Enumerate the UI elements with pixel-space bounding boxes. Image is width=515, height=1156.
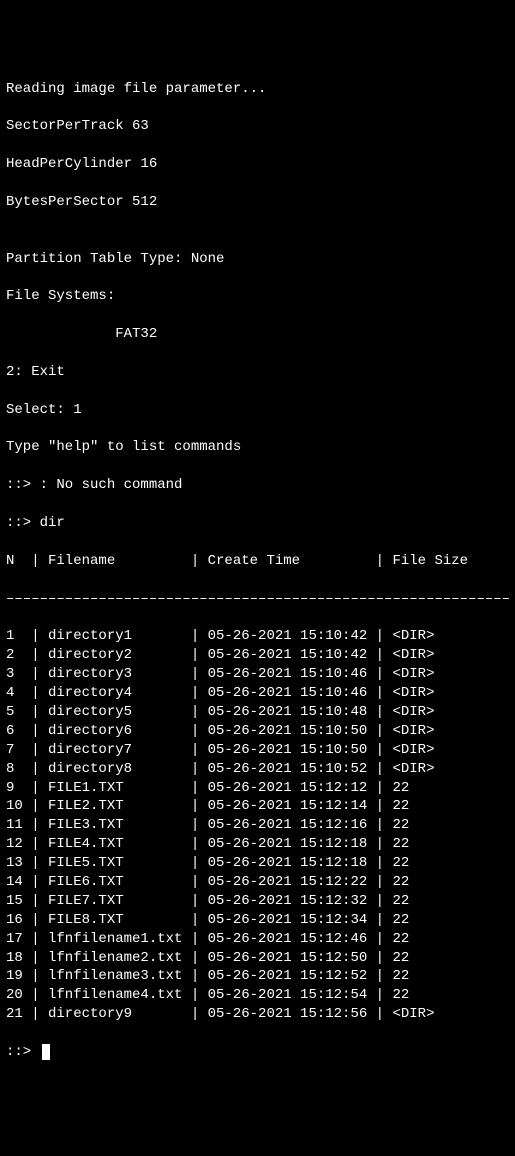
- table-row: 18 | lfnfilename2.txt | 05-26-2021 15:12…: [6, 949, 509, 968]
- table-row: 10 | FILE2.TXT | 05-26-2021 15:12:14 | 2…: [6, 797, 509, 816]
- prompt-text: ::>: [6, 1043, 40, 1062]
- prompt-line[interactable]: ::>: [6, 1043, 509, 1062]
- table-row: 4 | directory4 | 05-26-2021 15:10:46 | <…: [6, 684, 509, 703]
- table-row: 15 | FILE7.TXT | 05-26-2021 15:12:32 | 2…: [6, 892, 509, 911]
- table-rows: 1 | directory1 | 05-26-2021 15:10:42 | <…: [6, 627, 509, 1024]
- fs-label-line: File Systems:: [6, 287, 509, 306]
- reading-line: Reading image file parameter...: [6, 80, 509, 99]
- exit-line: 2: Exit: [6, 363, 509, 382]
- dir-command-line: ::> dir: [6, 514, 509, 533]
- table-row: 12 | FILE4.TXT | 05-26-2021 15:12:18 | 2…: [6, 835, 509, 854]
- select-line: Select: 1: [6, 401, 509, 420]
- table-header: N | Filename | Create Time | File Size: [6, 552, 509, 571]
- table-row: 6 | directory6 | 05-26-2021 15:10:50 | <…: [6, 722, 509, 741]
- table-row: 13 | FILE5.TXT | 05-26-2021 15:12:18 | 2…: [6, 854, 509, 873]
- bytes-line: BytesPerSector 512: [6, 193, 509, 212]
- help-line: Type "help" to list commands: [6, 438, 509, 457]
- table-row: 11 | FILE3.TXT | 05-26-2021 15:12:16 | 2…: [6, 816, 509, 835]
- table-row: 5 | directory5 | 05-26-2021 15:10:48 | <…: [6, 703, 509, 722]
- table-row: 9 | FILE1.TXT | 05-26-2021 15:12:12 | 22: [6, 779, 509, 798]
- table-row: 1 | directory1 | 05-26-2021 15:10:42 | <…: [6, 627, 509, 646]
- head-line: HeadPerCylinder 16: [6, 155, 509, 174]
- table-separator: ––––––––––––––––––––––––––––––––––––––––…: [6, 590, 509, 609]
- table-row: 21 | directory9 | 05-26-2021 15:12:56 | …: [6, 1005, 509, 1024]
- cursor-icon: [42, 1044, 50, 1060]
- table-row: 16 | FILE8.TXT | 05-26-2021 15:12:34 | 2…: [6, 911, 509, 930]
- table-row: 14 | FILE6.TXT | 05-26-2021 15:12:22 | 2…: [6, 873, 509, 892]
- table-row: 2 | directory2 | 05-26-2021 15:10:42 | <…: [6, 646, 509, 665]
- table-row: 20 | lfnfilename4.txt | 05-26-2021 15:12…: [6, 986, 509, 1005]
- table-row: 3 | directory3 | 05-26-2021 15:10:46 | <…: [6, 665, 509, 684]
- partition-line: Partition Table Type: None: [6, 250, 509, 269]
- sector-line: SectorPerTrack 63: [6, 117, 509, 136]
- nosuch-line: ::> : No such command: [6, 476, 509, 495]
- table-row: 17 | lfnfilename1.txt | 05-26-2021 15:12…: [6, 930, 509, 949]
- fs-value-line: FAT32: [6, 325, 509, 344]
- table-row: 19 | lfnfilename3.txt | 05-26-2021 15:12…: [6, 967, 509, 986]
- table-row: 8 | directory8 | 05-26-2021 15:10:52 | <…: [6, 760, 509, 779]
- table-row: 7 | directory7 | 05-26-2021 15:10:50 | <…: [6, 741, 509, 760]
